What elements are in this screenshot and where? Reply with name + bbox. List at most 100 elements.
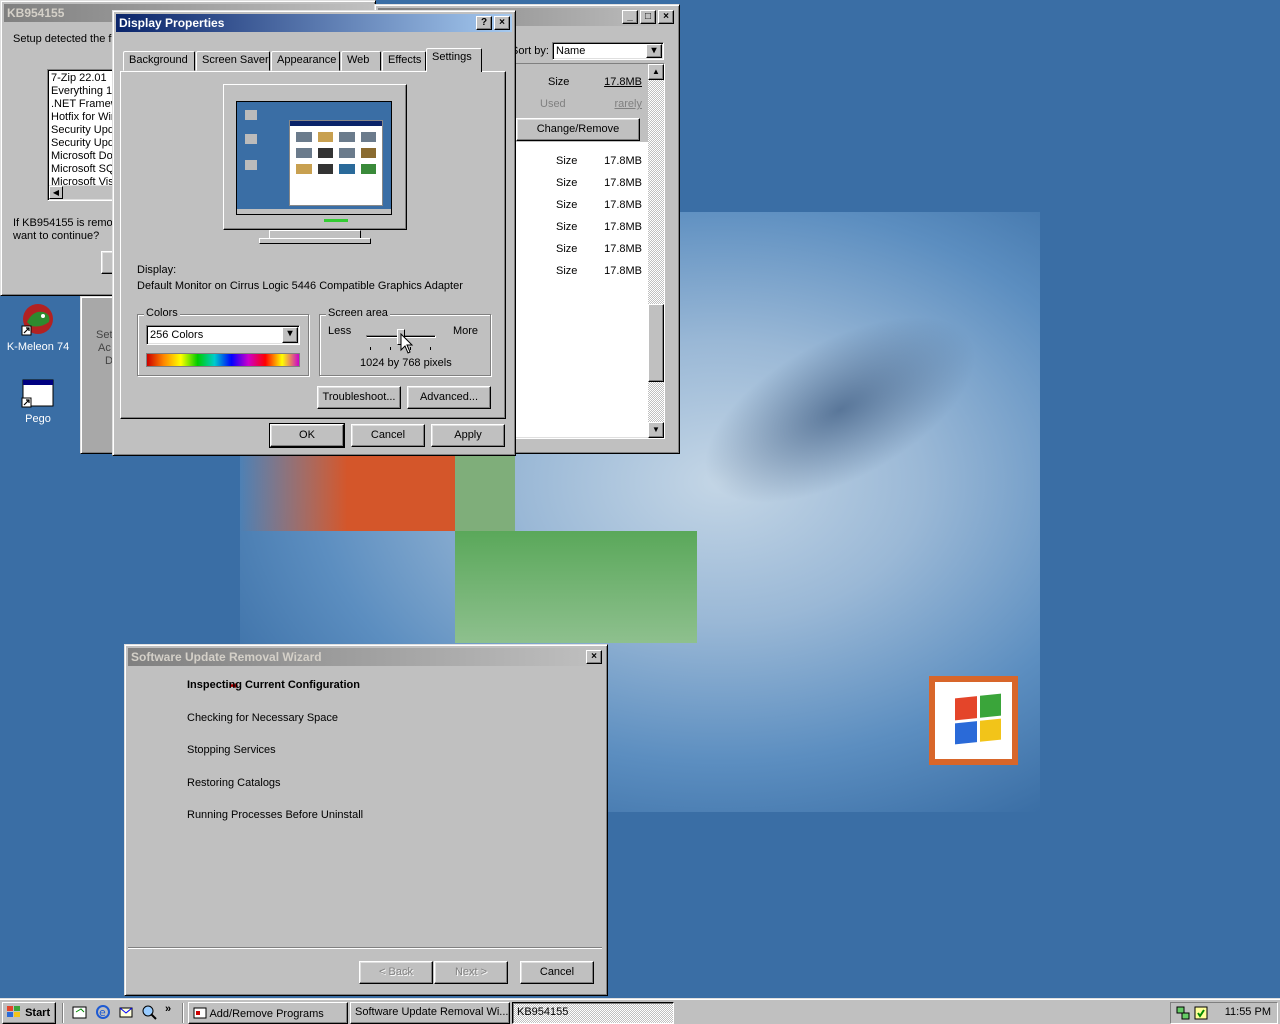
scroll-left-icon[interactable]: ◀ bbox=[49, 186, 63, 199]
size-label: Size bbox=[556, 155, 578, 167]
svg-text:e: e bbox=[99, 1006, 106, 1019]
removal-wizard-window: Software Update Removal Wizard × ➡ Inspec… bbox=[124, 644, 608, 996]
vertical-scrollbar[interactable]: ▲ ▼ bbox=[648, 64, 664, 438]
setup-fragment-text: Set bbox=[96, 329, 113, 341]
size-label: Size bbox=[548, 76, 570, 88]
scroll-down-icon[interactable]: ▼ bbox=[648, 422, 664, 438]
program-list[interactable]: Size 17.8MB Used rarely Change/Remove Si… bbox=[511, 63, 665, 439]
size-value: 17.8MB bbox=[604, 265, 642, 277]
taskbar: Start e » Add/Remove Programs Software U… bbox=[0, 998, 1280, 1024]
window-title: Software Update Removal Wizard bbox=[131, 650, 322, 664]
used-value[interactable]: rarely bbox=[614, 98, 642, 110]
wizard-cancel-button[interactable]: Cancel bbox=[520, 961, 594, 984]
kb-message: Setup detected the f bbox=[13, 33, 112, 45]
task-label: Add/Remove Programs bbox=[209, 1008, 324, 1020]
help-button[interactable]: ? bbox=[476, 16, 492, 30]
program-row[interactable]: Size 17.8MB bbox=[512, 150, 648, 172]
windows-flag-icon bbox=[7, 1006, 20, 1017]
less-label: Less bbox=[328, 325, 352, 337]
cancel-button[interactable]: Cancel bbox=[351, 424, 425, 447]
show-desktop-icon[interactable] bbox=[72, 1004, 88, 1020]
size-value: 17.8MB bbox=[604, 243, 642, 255]
size-value: 17.8MB bbox=[604, 177, 642, 189]
next-button[interactable]: Next > bbox=[434, 961, 508, 984]
display-properties-titlebar[interactable]: Display Properties ? × bbox=[116, 14, 512, 32]
quick-launch-chevron[interactable]: » bbox=[165, 1003, 171, 1015]
colors-dropdown[interactable]: 256 Colors ▾ bbox=[146, 325, 300, 345]
program-row[interactable]: Size 17.8MB bbox=[512, 194, 648, 216]
ok-button[interactable]: OK bbox=[269, 423, 345, 448]
internet-explorer-icon[interactable]: e bbox=[95, 1004, 111, 1020]
close-button[interactable]: × bbox=[586, 650, 602, 664]
wizard-divider bbox=[128, 947, 602, 949]
wizard-titlebar[interactable]: Software Update Removal Wizard × bbox=[128, 648, 604, 666]
colors-group: Colors 256 Colors ▾ bbox=[137, 307, 309, 376]
colors-label: Colors bbox=[144, 307, 180, 319]
task-software-update-removal-wizard[interactable]: Software Update Removal Wi... bbox=[350, 1002, 510, 1024]
wallpaper-red-band bbox=[240, 455, 455, 531]
tab-web[interactable]: Web bbox=[341, 51, 381, 71]
tab-settings[interactable]: Settings bbox=[426, 48, 482, 72]
tab-appearance[interactable]: Appearance bbox=[271, 51, 340, 71]
k-meleon-icon bbox=[21, 304, 53, 336]
close-button[interactable]: × bbox=[658, 10, 674, 24]
desktop-icon-pego[interactable]: Pego bbox=[0, 378, 76, 425]
kb-question-line2: want to continue? bbox=[13, 230, 100, 242]
back-button[interactable]: < Back bbox=[359, 961, 433, 984]
size-value: 17.8MB bbox=[604, 155, 642, 167]
wizard-step: Running Processes Before Uninstall bbox=[187, 809, 364, 821]
size-value: 17.8MB bbox=[604, 221, 642, 233]
program-row[interactable]: Size 17.8MB bbox=[512, 238, 648, 260]
tab-effects[interactable]: Effects bbox=[382, 51, 426, 71]
more-label: More bbox=[452, 325, 478, 337]
tab-screen-saver[interactable]: Screen Saver bbox=[196, 51, 270, 71]
sort-by-dropdown[interactable]: Name ▾ bbox=[552, 42, 664, 60]
tab-background[interactable]: Background bbox=[123, 51, 195, 71]
advanced-button[interactable]: Advanced... bbox=[407, 386, 491, 409]
apply-button[interactable]: Apply bbox=[431, 424, 505, 447]
outlook-express-icon[interactable] bbox=[118, 1004, 134, 1020]
setup-fragment-text: Ac bbox=[98, 342, 111, 354]
chevron-down-icon[interactable]: ▾ bbox=[282, 327, 298, 343]
task-kb954155[interactable]: KB954155 bbox=[512, 1002, 674, 1024]
kb-question-line1: If KB954155 is remov bbox=[13, 217, 119, 229]
program-row[interactable]: Size 17.8MB bbox=[512, 216, 648, 238]
screen-area-label: Screen area bbox=[326, 307, 390, 319]
scheduler-icon[interactable] bbox=[1193, 1005, 1209, 1021]
system-tray: 11:55 PM bbox=[1170, 1002, 1278, 1024]
clock[interactable]: 11:55 PM bbox=[1225, 1006, 1271, 1018]
screen-area-group: Screen area Less More 1024 by 768 pixels bbox=[319, 307, 491, 376]
desktop-icon-label: Pego bbox=[25, 413, 51, 425]
change-remove-button[interactable]: Change/Remove bbox=[516, 118, 640, 141]
sort-by-label: Sort by: bbox=[511, 45, 549, 57]
network-icon[interactable] bbox=[1175, 1005, 1191, 1021]
desktop-icon-label: K-Meleon 74 bbox=[6, 341, 70, 353]
close-button[interactable]: × bbox=[494, 16, 510, 30]
minimize-button[interactable]: _ bbox=[622, 10, 638, 24]
chevron-down-icon[interactable]: ▾ bbox=[646, 44, 662, 58]
task-add-remove-programs[interactable]: Add/Remove Programs bbox=[188, 1002, 348, 1024]
maximize-button[interactable]: □ bbox=[640, 10, 656, 24]
size-label: Size bbox=[556, 177, 578, 189]
channels-icon[interactable] bbox=[141, 1004, 157, 1020]
display-properties-window: Display Properties ? × Background Screen … bbox=[112, 10, 516, 456]
scroll-thumb[interactable] bbox=[648, 304, 664, 382]
desktop-icon-k-meleon[interactable]: K-Meleon 74 bbox=[0, 302, 76, 353]
selected-program-row[interactable]: Size 17.8MB Used rarely Change/Remove bbox=[512, 64, 648, 142]
wizard-step: Checking for Necessary Space bbox=[187, 711, 339, 724]
tab-panel-settings: Display: Default Monitor on Cirrus Logic… bbox=[120, 71, 506, 419]
program-row[interactable]: Size 17.8MB bbox=[512, 172, 648, 194]
colors-value: 256 Colors bbox=[150, 329, 204, 341]
scroll-up-icon[interactable]: ▲ bbox=[648, 64, 664, 80]
wizard-step: Restoring Catalogs bbox=[187, 776, 281, 789]
taskbar-separator bbox=[62, 1003, 64, 1023]
monitor-base bbox=[259, 238, 371, 244]
troubleshoot-button[interactable]: Troubleshoot... bbox=[317, 386, 401, 409]
size-label: Size bbox=[556, 265, 578, 277]
mouse-cursor-icon bbox=[400, 333, 414, 354]
start-button[interactable]: Start bbox=[2, 1002, 56, 1024]
program-row[interactable]: Size 17.8MB bbox=[512, 260, 648, 282]
desktop: K-Meleon 74 Pego KB954155 Setup detected… bbox=[0, 0, 1280, 998]
wallpaper-green-band bbox=[455, 455, 515, 531]
setup-window-fragment: Set Ac D bbox=[80, 296, 116, 454]
